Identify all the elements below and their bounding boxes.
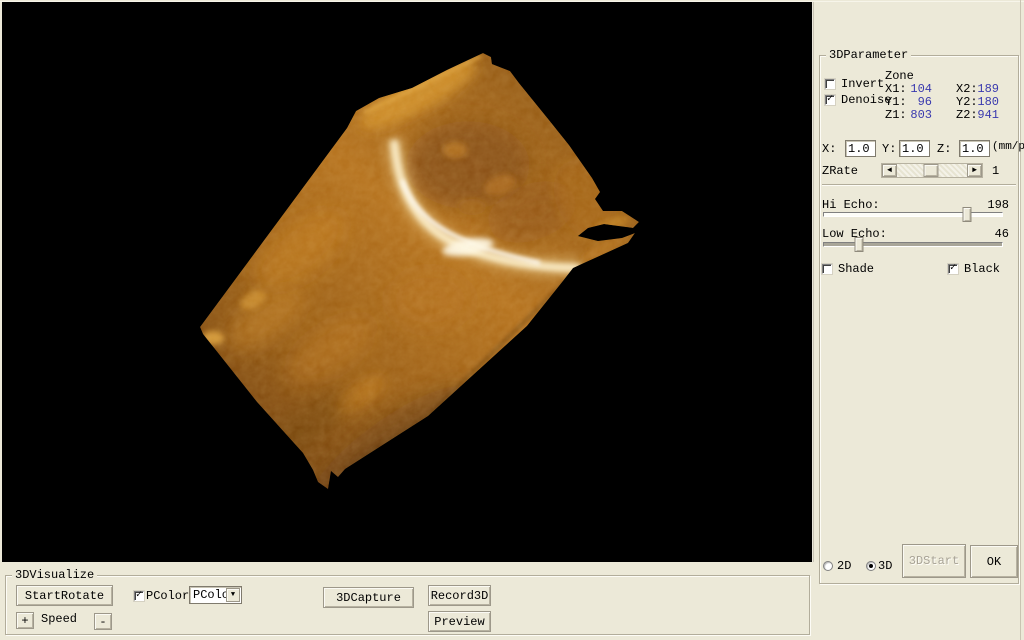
radio-2d-label: 2D	[837, 560, 851, 573]
hi-echo-slider-thumb[interactable]	[963, 207, 972, 222]
denoise-label: Denoise	[841, 94, 891, 107]
shade-label: Shade	[838, 263, 874, 276]
arrow-right-icon: ►	[972, 166, 977, 175]
hi-echo-slider[interactable]	[823, 206, 1003, 223]
record3d-button[interactable]: Record3D	[428, 585, 491, 606]
ultrasound-3d-dialog: { "colors": { "dialog_bg": "#ece9d8", "v…	[0, 0, 1024, 640]
low-echo-slider-track[interactable]	[823, 242, 1003, 247]
invert-checkbox[interactable]: ✓	[825, 79, 835, 89]
ok-button[interactable]: OK	[970, 545, 1018, 578]
ultrasound-3d-render	[2, 2, 812, 562]
zrate-scroll-thumb[interactable]	[924, 164, 939, 177]
speed-plus-button[interactable]: +	[16, 612, 34, 629]
check-icon: ✓	[827, 94, 833, 105]
viewport-right-border	[812, 2, 814, 562]
zrate-scroll-right-button[interactable]: ►	[967, 164, 982, 177]
scale-unit-label: (mm/p)	[992, 141, 1024, 154]
zone-z2-value: 941	[972, 109, 999, 122]
low-echo-slider-thumb[interactable]	[855, 237, 864, 252]
radio-2d[interactable]	[823, 561, 833, 571]
invert-label: Invert	[841, 78, 884, 91]
zrate-label: ZRate	[822, 165, 858, 178]
start-rotate-button[interactable]: StartRotate	[16, 585, 113, 606]
window-right-edge	[1020, 0, 1021, 640]
check-icon: ✓	[136, 590, 142, 601]
dropdown-arrow-button[interactable]: ▼	[226, 588, 240, 602]
zrate-scroll-left-button[interactable]: ◄	[882, 164, 897, 177]
parameter-groupbox: 3DParameter ✓ Invert ✓ Denoise Zone X1: …	[819, 55, 1019, 584]
start3d-button[interactable]: 3DStart	[902, 544, 966, 578]
parameter-groupbox-title: 3DParameter	[826, 48, 911, 62]
speed-label: Speed	[41, 613, 77, 626]
y-scale-input[interactable]	[899, 140, 930, 157]
pcolor-dropdown[interactable]: PColor ▼	[189, 586, 242, 604]
x-scale-label: X:	[822, 143, 836, 156]
speed-minus-button[interactable]: -	[94, 613, 112, 630]
pcolor-label: PColor	[146, 590, 189, 603]
zone-z1-label: Z1:	[885, 109, 907, 122]
z-scale-label: Z:	[937, 143, 951, 156]
zrate-value: 1	[992, 165, 999, 178]
black-label: Black	[964, 263, 1000, 276]
arrow-left-icon: ◄	[887, 166, 892, 175]
check-icon: ✓	[950, 263, 956, 274]
zrate-scrollbar[interactable]: ◄ ►	[881, 163, 983, 178]
zone-z1-value: 803	[906, 109, 932, 122]
radio-3d[interactable]	[866, 561, 876, 571]
z-scale-input[interactable]	[959, 140, 990, 157]
shade-checkbox[interactable]: ✓	[822, 264, 832, 274]
radio-dot-icon	[869, 564, 873, 568]
pcolor-checkbox[interactable]: ✓	[134, 591, 144, 601]
x-scale-input[interactable]	[845, 140, 876, 157]
black-checkbox[interactable]: ✓	[948, 264, 958, 274]
low-echo-slider[interactable]	[823, 236, 1003, 253]
preview-button[interactable]: Preview	[428, 611, 491, 632]
radio-3d-label: 3D	[878, 560, 892, 573]
denoise-checkbox[interactable]: ✓	[825, 95, 835, 105]
capture3d-button[interactable]: 3DCapture	[323, 587, 414, 608]
visualize-groupbox: 3DVisualize StartRotate ✓ PColor PColor …	[5, 575, 810, 635]
y-scale-label: Y:	[882, 143, 896, 156]
visualize-groupbox-title: 3DVisualize	[12, 568, 97, 582]
render-viewport[interactable]	[2, 2, 812, 562]
chevron-down-icon: ▼	[231, 591, 235, 599]
hi-echo-slider-track[interactable]	[823, 212, 1003, 217]
separator-line	[822, 184, 1016, 186]
